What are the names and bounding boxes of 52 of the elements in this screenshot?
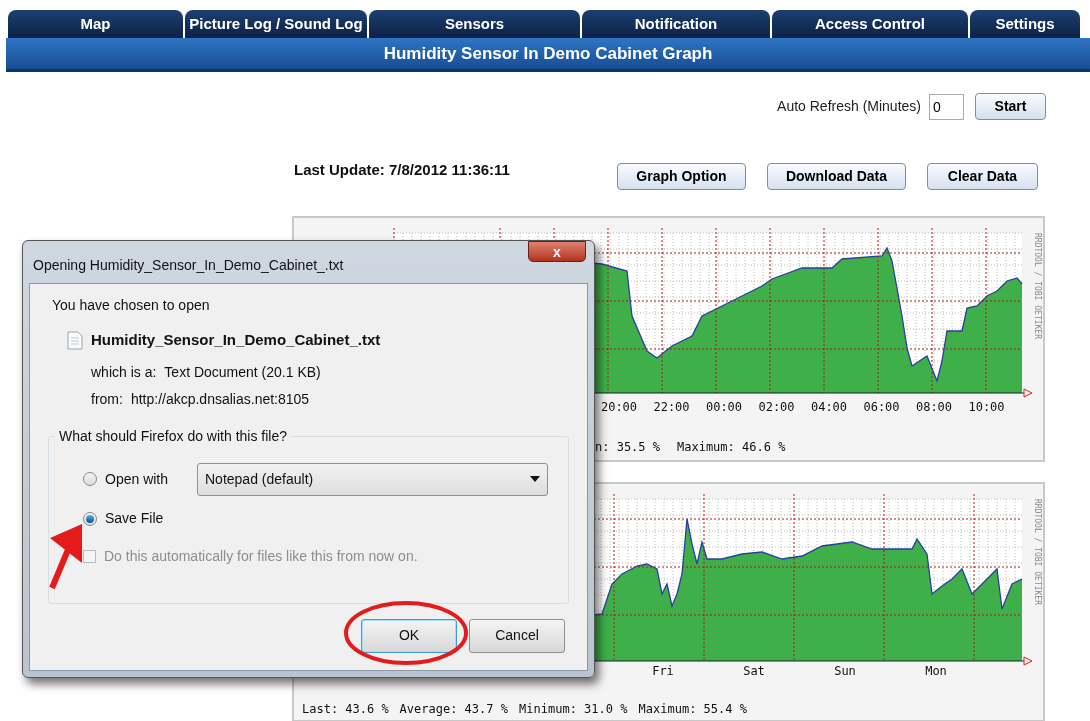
dialog-button[interactable]: OK <box>361 618 457 653</box>
from-value: http://akcp.dnsalias.net:8105 <box>130 389 310 409</box>
summary-text: Minimum: 31.0 % <box>519 702 628 716</box>
nav-tab[interactable]: Access Control <box>772 10 968 38</box>
document-icon <box>67 330 83 350</box>
last-update-text: Last Update: 7/8/2012 11:36:11 <box>294 160 510 180</box>
dialog-title: Opening Humidity_Sensor_In_Demo_Cabinet_.txt <box>33 256 344 275</box>
summary-text: Maximum: 55.4 % <box>638 702 747 716</box>
option-label[interactable]: Save File <box>105 508 189 529</box>
nav-tab[interactable]: Picture Log / Sound Log <box>185 10 367 38</box>
credit-text: RRDTOOL / TOBI OETIKER <box>1033 233 1042 339</box>
auto-refresh-label: Auto Refresh (Minutes) <box>777 97 921 116</box>
radio-button[interactable] <box>83 511 97 526</box>
graph-button[interactable]: Download Data <box>766 163 906 190</box>
summary-text: Maximum: 46.6 % <box>677 440 786 454</box>
type-label: which is a: <box>91 362 157 382</box>
summary-text: Last: 43.6 % <box>302 702 389 716</box>
from-label: from: <box>91 389 123 409</box>
x-axis-label: 00:00 <box>705 400 743 414</box>
start-button[interactable]: Start <box>975 93 1046 120</box>
x-axis-label: 22:00 <box>653 400 690 414</box>
x-axis-label: 08:00 <box>915 400 953 414</box>
dialog-button[interactable]: Cancel <box>469 618 565 653</box>
x-axis-label: 20:00 <box>600 400 638 414</box>
x-axis-label: Sun <box>834 664 856 678</box>
summary-text: n: 35.5 % <box>595 440 661 454</box>
type-value: Text Document (20.1 KB) <box>164 362 321 382</box>
graph-button[interactable]: Clear Data <box>926 163 1038 190</box>
nav-tab[interactable]: Settings <box>970 10 1080 38</box>
x-axis-label: 10:00 <box>968 400 1005 414</box>
x-axis-label: Fri <box>652 664 674 678</box>
x-axis-label: 06:00 <box>863 400 900 414</box>
option-label[interactable]: Open with <box>105 468 189 490</box>
minutes-input[interactable]: 0 <box>929 93 964 120</box>
file-name: Humidity_Sensor_In_Demo_Cabinet_.txt <box>91 330 381 350</box>
summary-text: Average: 43.7 % <box>399 702 508 716</box>
nav-tab[interactable]: Sensors <box>369 10 580 38</box>
close-button[interactable]: x <box>528 241 586 262</box>
app-select-value: Notepad (default) <box>205 469 314 489</box>
x-axis-label: 04:00 <box>810 400 848 414</box>
app-select[interactable]: Notepad (default) <box>197 462 548 496</box>
x-axis-label: 02:00 <box>758 400 795 414</box>
radio-button[interactable] <box>83 472 97 486</box>
annotation-arrow <box>49 524 82 590</box>
credit-text: RRDTOOL / TOBI OETIKER <box>1033 499 1042 605</box>
intro-text: You have chosen to open <box>52 296 211 315</box>
graph-button[interactable]: Graph Option <box>616 163 746 190</box>
x-axis-label: Sat <box>743 664 765 678</box>
x-axis-label: Mon <box>925 664 947 678</box>
page-title-bar: Humidity Sensor In Demo Cabinet Graph <box>6 38 1090 72</box>
nav-tab[interactable]: Notification <box>582 10 770 38</box>
nav-tab[interactable]: Map <box>8 10 183 38</box>
